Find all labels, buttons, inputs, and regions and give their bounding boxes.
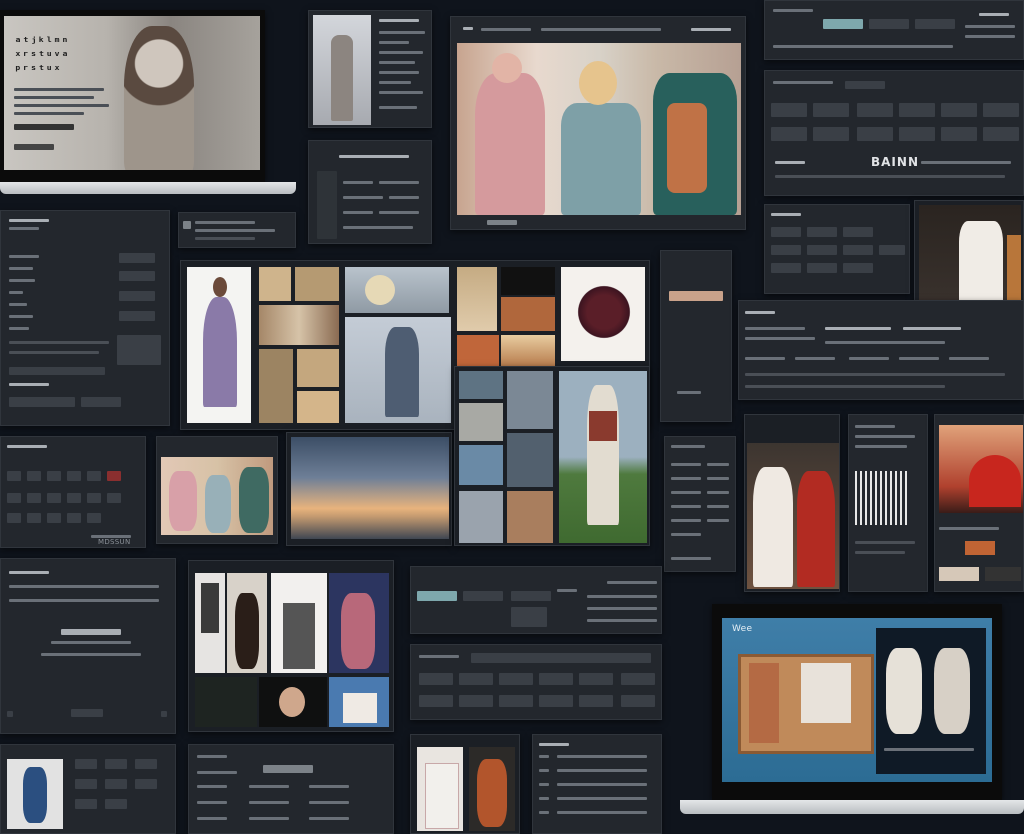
red-sunset-photo xyxy=(939,425,1023,513)
laptop-screen-left: ₐₜⱼₖₗₘₙ ₓᵣₛₜᵤᵥₐ ₚᵣₛₜᵤₓ xyxy=(0,10,265,182)
active-tab[interactable] xyxy=(823,19,863,29)
center-caption: MDSSUN xyxy=(98,538,131,546)
chart-panel xyxy=(0,558,176,734)
grid-panel xyxy=(0,436,146,548)
filters-panel xyxy=(410,644,662,720)
couple-photo xyxy=(747,443,839,589)
scribble-headline: ₐₜⱼₖₗₘₙ ₓᵣₛₜᵤᵥₐ ₚᵣₛₜᵤₓ xyxy=(14,31,69,74)
rust-photo xyxy=(501,297,555,331)
group-thumb-card xyxy=(156,436,278,544)
chip[interactable] xyxy=(899,103,935,117)
look-3 xyxy=(271,573,327,673)
sunset-photo xyxy=(291,437,449,539)
barcode-graphic xyxy=(855,471,907,525)
strip-photo-3 xyxy=(459,403,503,441)
coat-photo xyxy=(345,317,451,423)
screen-label: Wee xyxy=(732,624,753,634)
chip[interactable] xyxy=(941,103,977,117)
buttons-panel: BAINN xyxy=(764,70,1024,196)
laptop-screen-right: Wee xyxy=(712,604,1002,800)
tabs-panel xyxy=(764,0,1024,60)
photo-strip xyxy=(454,366,650,546)
berries-photo xyxy=(561,267,645,361)
editorial-photo-2 xyxy=(469,747,515,831)
look-6 xyxy=(259,677,327,727)
list-panel xyxy=(738,300,1024,400)
menu-card xyxy=(308,140,432,244)
group-thumb xyxy=(161,457,273,535)
strip-photo-4 xyxy=(459,445,503,485)
profile-panel xyxy=(0,744,176,834)
strip-photo-7 xyxy=(507,491,553,543)
look-7 xyxy=(329,677,389,727)
moodboard-collage: ₐₜⱼₖₗₘₙ ₓᵣₛₜᵤᵥₐ ₚᵣₛₜᵤₓ BAINN Wee MDSSUN xyxy=(0,0,1024,834)
texture-6 xyxy=(297,391,339,423)
chip[interactable] xyxy=(983,103,1019,117)
profile-photo xyxy=(7,759,63,829)
texture-3 xyxy=(259,305,339,345)
editorial-card xyxy=(410,734,520,834)
side-card xyxy=(660,250,732,422)
table-panel xyxy=(764,204,910,294)
laptop-base-left xyxy=(0,182,296,194)
strip-photo-5 xyxy=(507,433,553,487)
sunset-card xyxy=(286,432,452,546)
look-5 xyxy=(195,677,257,727)
strip-photo-1 xyxy=(459,371,503,399)
group-photo xyxy=(457,43,741,215)
chip[interactable] xyxy=(771,103,807,117)
list-panel-2 xyxy=(532,734,662,834)
strip-photo-2 xyxy=(507,371,553,429)
texture-4 xyxy=(259,349,293,423)
look-1 xyxy=(195,573,225,673)
sand-photo xyxy=(457,267,497,331)
notification-card xyxy=(178,212,296,248)
model-photo xyxy=(313,15,371,125)
dress-photo xyxy=(187,267,251,423)
chip[interactable] xyxy=(813,103,849,117)
featured-group-photo xyxy=(450,16,746,230)
stats-card xyxy=(664,436,736,572)
flower-photo xyxy=(345,267,449,313)
model-card xyxy=(308,10,432,128)
couple-card xyxy=(744,414,840,592)
look-2 xyxy=(227,573,267,673)
barcode-card xyxy=(848,414,928,592)
banner-title: BAINN xyxy=(871,155,919,169)
laptop-right-screen: Wee xyxy=(722,618,992,782)
traveler-photo xyxy=(559,371,647,543)
texture-1 xyxy=(259,267,291,301)
settings-panel xyxy=(188,744,394,834)
red-sunset-card xyxy=(934,414,1024,592)
table-panel-2 xyxy=(410,566,662,634)
dark-photo xyxy=(501,267,555,295)
editorial-photo-1 xyxy=(417,747,463,831)
look-4 xyxy=(329,573,389,673)
texture-2 xyxy=(295,267,339,301)
texture-5 xyxy=(297,349,339,387)
laptop-base-right xyxy=(680,800,1024,814)
form-panel xyxy=(0,210,170,426)
portrait-photo: ₐₜⱼₖₗₘₙ ₓᵣₛₜᵤᵥₐ ₚᵣₛₜᵤₓ xyxy=(4,16,260,170)
strip-photo-6 xyxy=(459,491,503,543)
lookbook-grid xyxy=(188,560,394,732)
submit-button[interactable] xyxy=(9,367,105,375)
chip[interactable] xyxy=(857,103,893,117)
